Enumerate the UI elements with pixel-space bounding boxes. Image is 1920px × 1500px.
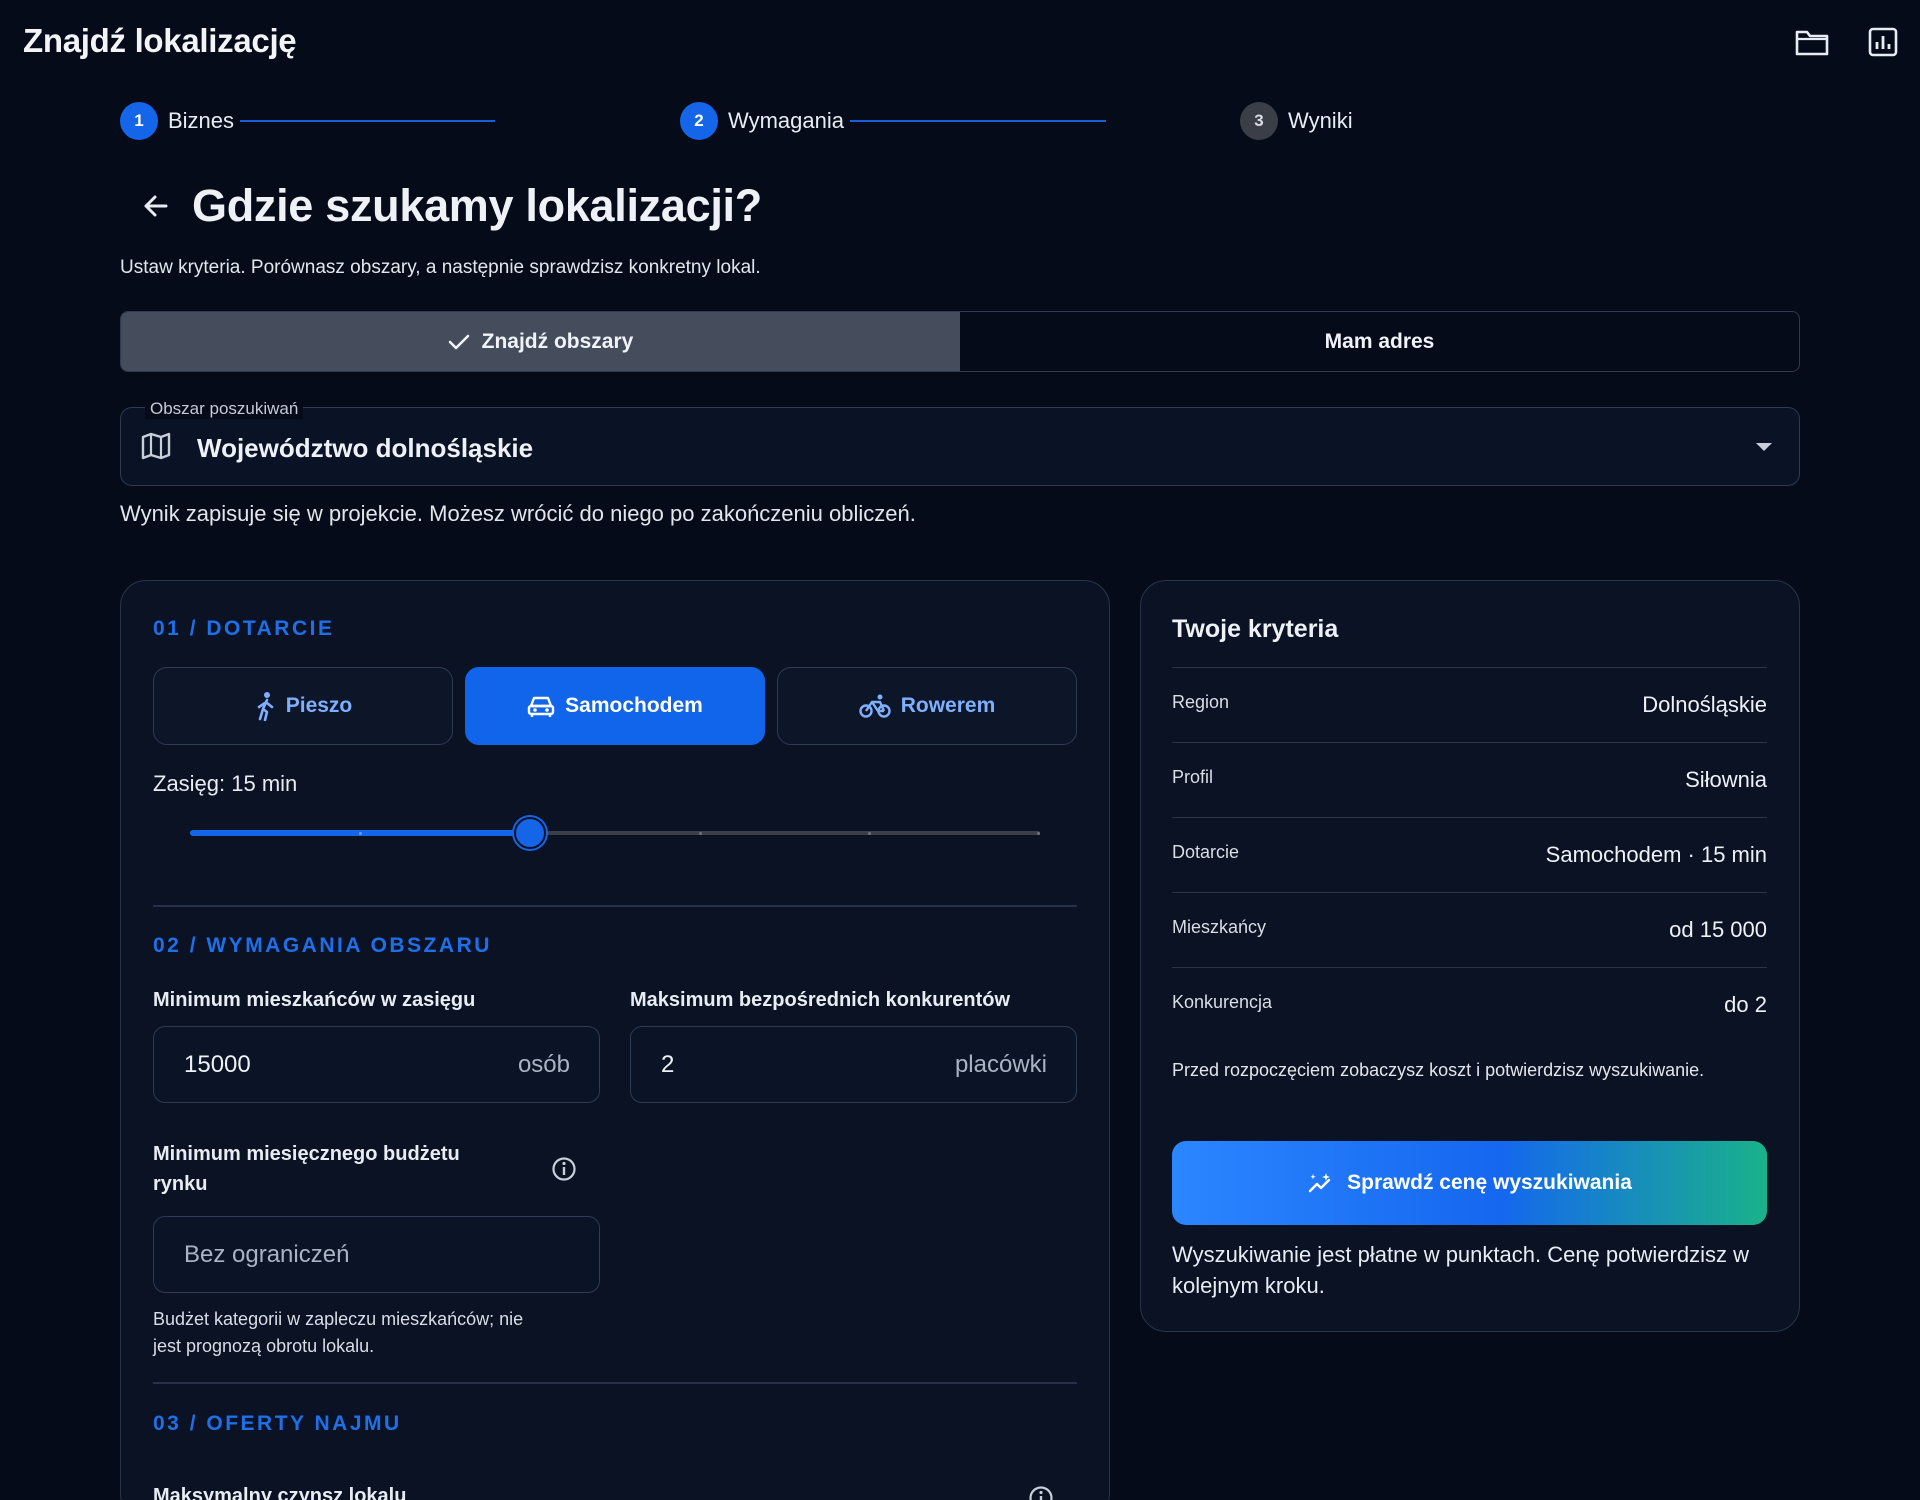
step-label: Wymagania [728, 108, 844, 133]
sparkle-chart-icon [1308, 1173, 1331, 1193]
search-area-value: Województwo dolnośląskie [197, 433, 534, 463]
criteria-key: Region [1172, 692, 1230, 712]
range-slider-tick [359, 832, 362, 835]
step-number: 2 [680, 102, 718, 140]
toggle-label: Mam adres [1324, 329, 1435, 353]
map-icon [141, 431, 171, 466]
criteria-info: Przed rozpoczęciem zobaczysz koszt i pot… [1172, 1060, 1705, 1080]
criteria-value: Siłownia [1685, 767, 1767, 792]
input-placeholder: Bez ograniczeń [184, 1241, 350, 1268]
criteria-value: do 2 [1724, 992, 1767, 1017]
criteria-row-residents: Mieszkańcy od 15 000 [1172, 892, 1767, 967]
min-residents-input[interactable]: 15000 osób [153, 1026, 600, 1103]
info-icon[interactable] [1028, 1485, 1054, 1500]
section-heading-access: 01 / DOTARCIE [153, 617, 335, 640]
input-unit: osób [517, 1051, 570, 1078]
step-connector [240, 120, 496, 122]
search-area-label: Obszar poszukiwań [145, 399, 304, 419]
section-divider [153, 905, 1077, 907]
range-slider-tick [1037, 832, 1040, 835]
input-value: 15000 [184, 1051, 251, 1078]
step-number: 3 [1240, 102, 1278, 140]
min-budget-input[interactable]: Bez ograniczeń [153, 1216, 600, 1293]
budget-help-line2: jest prognozą obrotu lokalu. [153, 1336, 375, 1356]
payment-note-line2: kolejnym kroku. [1172, 1273, 1325, 1298]
walk-icon [257, 692, 274, 721]
step-biznes[interactable]: 1 Biznes [120, 102, 496, 140]
save-note: Wynik zapisuje się w projekcie. Możesz w… [120, 501, 916, 526]
back-arrow-icon[interactable] [138, 188, 174, 224]
step-label: Biznes [168, 108, 235, 133]
step-wymagania[interactable]: 2 Wymagania [680, 102, 1106, 140]
criteria-title: Twoje kryteria [1172, 615, 1339, 643]
check-icon [448, 334, 469, 349]
input-value: 2 [661, 1051, 675, 1078]
criteria-value: od 15 000 [1669, 917, 1767, 942]
bike-icon [859, 694, 891, 718]
mode-bike-button[interactable]: Rowerem [777, 667, 1077, 745]
min-budget-label-line2: rynku [153, 1173, 208, 1195]
report-icon[interactable] [1863, 24, 1903, 60]
payment-note-line1: Wyszukiwanie jest płatne w punktach. Cen… [1172, 1242, 1749, 1267]
toggle-find-areas[interactable]: Znajdź obszary [121, 312, 960, 371]
mode-label: Samochodem [565, 694, 703, 717]
max-competitors-input[interactable]: 2 placówki [630, 1026, 1077, 1103]
page-subtitle: Ustaw kryteria. Porównasz obszary, a nas… [120, 257, 761, 278]
cta-label: Sprawdź cenę wyszukiwania [1347, 1171, 1632, 1194]
mode-label: Rowerem [900, 694, 996, 717]
criteria-value: Dolnośląskie [1642, 692, 1767, 717]
chevron-down-icon[interactable] [1754, 440, 1774, 458]
max-rent-label: Maksymalny czynsz lokalu [153, 1485, 407, 1500]
step-connector [849, 120, 1106, 122]
criteria-row-region: Region Dolnośląskie [1172, 667, 1767, 742]
mode-car-button[interactable]: Samochodem [465, 667, 765, 745]
range-label: Zasięg: 15 min [153, 771, 298, 796]
step-number: 1 [120, 102, 158, 140]
criteria-key: Mieszkańcy [1172, 917, 1267, 937]
app-title: Znajdź lokalizację [23, 22, 297, 59]
search-mode-toggle: Znajdź obszary Mam adres [120, 311, 1800, 372]
toggle-label: Znajdź obszary [481, 329, 634, 353]
mode-label: Pieszo [285, 694, 353, 717]
toggle-have-address[interactable]: Mam adres [960, 312, 1799, 371]
mode-walk-button[interactable]: Pieszo [153, 667, 453, 745]
min-residents-label: Minimum mieszkańców w zasięgu [153, 989, 476, 1011]
input-unit: placówki [954, 1051, 1047, 1078]
page-title: Gdzie szukamy lokalizacji? [192, 180, 762, 231]
range-slider-tick [868, 832, 871, 835]
step-label: Wyniki [1288, 108, 1353, 133]
budget-help-line1: Budżet kategorii w zapleczu mieszkańców;… [153, 1309, 524, 1329]
car-icon [527, 696, 555, 717]
criteria-value: Samochodem · 15 min [1545, 842, 1767, 867]
max-competitors-label: Maksimum bezpośrednich konkurentów [630, 989, 1011, 1011]
criteria-key: Konkurencja [1172, 992, 1273, 1012]
info-icon[interactable] [551, 1156, 577, 1187]
range-slider-thumb[interactable] [514, 817, 546, 849]
criteria-key: Dotarcie [1172, 842, 1240, 862]
criteria-row-competition: Konkurencja do 2 [1172, 967, 1767, 1042]
section-heading-offers: 03 / OFERTY NAJMU [153, 1412, 402, 1435]
criteria-row-profile: Profil Siłownia [1172, 742, 1767, 817]
criteria-row-access: Dotarcie Samochodem · 15 min [1172, 817, 1767, 892]
section-divider [153, 1382, 1077, 1384]
check-price-button[interactable]: Sprawdź cenę wyszukiwania [1172, 1141, 1767, 1225]
min-budget-label-line1: Minimum miesięcznego budżetu [153, 1143, 460, 1165]
step-wyniki[interactable]: 3 Wyniki [1240, 102, 1353, 140]
section-heading-requirements: 02 / WYMAGANIA OBSZARU [153, 934, 492, 957]
criteria-key: Profil [1172, 767, 1214, 787]
folder-icon[interactable] [1792, 24, 1832, 60]
range-slider-tick [699, 832, 702, 835]
